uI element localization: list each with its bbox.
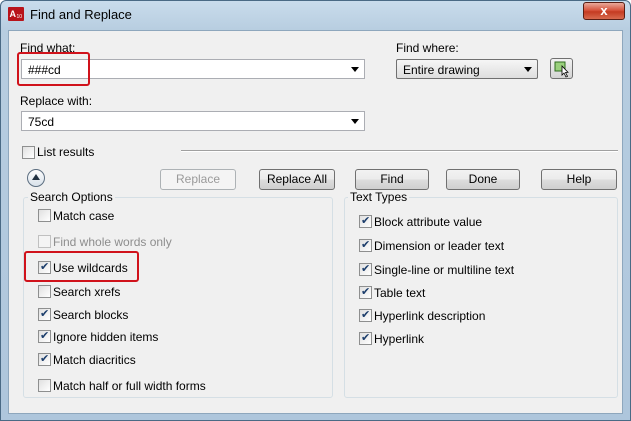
find-replace-dialog: A 10 Find and Replace x Find what: ###cd… bbox=[0, 0, 631, 421]
find-where-value: Entire drawing bbox=[403, 63, 480, 77]
table-text-label: Table text bbox=[374, 286, 426, 300]
close-button[interactable]: x bbox=[583, 2, 625, 20]
match-diacritics-checkbox[interactable] bbox=[38, 352, 51, 366]
list-results-checkbox[interactable] bbox=[22, 146, 35, 159]
hyperlink-checkbox[interactable] bbox=[359, 331, 372, 345]
hyperlink-label: Hyperlink bbox=[374, 332, 425, 346]
replace-all-button[interactable]: Replace All bbox=[259, 169, 335, 190]
collapse-options-button[interactable] bbox=[27, 169, 45, 187]
find-whole-words-checkbox[interactable] bbox=[38, 235, 51, 248]
hyperlink-description-label: Hyperlink description bbox=[374, 309, 486, 323]
table-text-checkbox[interactable] bbox=[359, 285, 372, 299]
chevron-down-icon[interactable] bbox=[351, 67, 359, 72]
replace-with-combo[interactable]: 75cd bbox=[21, 111, 365, 131]
svg-text:10: 10 bbox=[17, 14, 23, 20]
select-objects-icon bbox=[554, 61, 569, 78]
separator bbox=[181, 150, 618, 152]
highlight-box-find-what bbox=[17, 52, 90, 86]
replace-with-value: 75cd bbox=[28, 115, 55, 129]
chevron-down-icon[interactable] bbox=[351, 119, 359, 124]
block-attribute-label: Block attribute value bbox=[374, 215, 483, 229]
match-diacritics-label: Match diacritics bbox=[53, 353, 136, 367]
search-xrefs-label: Search xrefs bbox=[53, 285, 121, 299]
replace-button[interactable]: Replace bbox=[160, 169, 236, 190]
chevron-down-icon[interactable] bbox=[524, 67, 532, 72]
close-icon: x bbox=[600, 3, 608, 18]
search-xrefs-checkbox[interactable] bbox=[38, 285, 51, 298]
match-case-checkbox[interactable] bbox=[38, 209, 51, 222]
search-options-title: Search Options bbox=[28, 190, 115, 204]
help-button[interactable]: Help bbox=[541, 169, 617, 190]
svg-text:A: A bbox=[10, 9, 17, 19]
ignore-hidden-items-label: Ignore hidden items bbox=[53, 330, 159, 344]
title-bar[interactable]: A 10 Find and Replace x bbox=[1, 1, 630, 29]
match-case-label: Match case bbox=[53, 209, 115, 223]
match-width-forms-checkbox[interactable] bbox=[38, 379, 51, 392]
find-whole-words-label: Find whole words only bbox=[53, 235, 172, 249]
dimension-leader-label: Dimension or leader text bbox=[374, 239, 505, 253]
search-blocks-label: Search blocks bbox=[53, 308, 129, 322]
dimension-leader-checkbox[interactable] bbox=[359, 238, 372, 252]
list-results-label: List results bbox=[37, 145, 95, 159]
single-multiline-checkbox[interactable] bbox=[359, 262, 372, 276]
find-button[interactable]: Find bbox=[355, 169, 429, 190]
find-where-combo[interactable]: Entire drawing bbox=[396, 59, 538, 79]
replace-with-label: Replace with: bbox=[20, 94, 93, 108]
hyperlink-description-checkbox[interactable] bbox=[359, 308, 372, 322]
text-types-title: Text Types bbox=[348, 190, 410, 204]
single-multiline-label: Single-line or multiline text bbox=[374, 263, 515, 277]
window-title: Find and Replace bbox=[30, 7, 132, 22]
done-button[interactable]: Done bbox=[446, 169, 520, 190]
dialog-body: Find what: ###cd Find where: Entire draw… bbox=[8, 30, 623, 414]
highlight-box-use-wildcards bbox=[24, 251, 139, 282]
search-blocks-checkbox[interactable] bbox=[38, 307, 51, 321]
match-width-forms-label: Match half or full width forms bbox=[53, 379, 206, 393]
block-attribute-checkbox[interactable] bbox=[359, 214, 372, 228]
select-objects-button[interactable] bbox=[550, 58, 573, 79]
find-where-label: Find where: bbox=[396, 41, 459, 55]
autocad-icon: A 10 bbox=[8, 7, 24, 21]
ignore-hidden-items-checkbox[interactable] bbox=[38, 329, 51, 343]
